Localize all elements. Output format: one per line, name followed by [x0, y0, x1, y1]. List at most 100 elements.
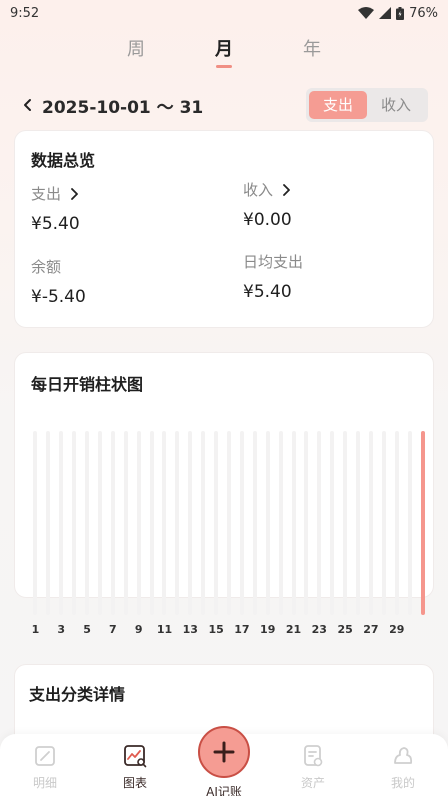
- x-tick-label: 5: [83, 623, 91, 636]
- x-tick-label: 13: [182, 623, 198, 636]
- nav-item-profile[interactable]: 我的: [368, 744, 438, 791]
- bar-track-day-2: [46, 431, 51, 615]
- status-bar: 9:52 76%: [0, 0, 448, 26]
- x-tick-label: 9: [134, 623, 143, 636]
- bar-track-day-30: [407, 431, 412, 615]
- bar-track-day-5: [85, 431, 90, 615]
- chart-search-icon: [124, 745, 147, 768]
- toggle-expense-button[interactable]: 支出: [309, 91, 367, 119]
- bar-track-day-1: [33, 431, 38, 615]
- x-tick-label: 3: [57, 623, 66, 636]
- ai-record-button[interactable]: [198, 726, 250, 778]
- bar-track-day-10: [149, 431, 154, 615]
- income-value: ¥0.00: [243, 210, 292, 230]
- bar-track-day-15: [214, 431, 219, 615]
- ai-record-label: AI记账: [206, 785, 242, 796]
- income-stat[interactable]: 收入 ¥0.00: [243, 179, 292, 230]
- expense-stat[interactable]: 支出 ¥5.40: [31, 183, 80, 234]
- daily-avg-stat: 日均支出 ¥5.40: [243, 251, 303, 302]
- bar-track-day-29: [394, 431, 399, 615]
- bar-track-day-11: [162, 431, 167, 615]
- date-selector[interactable]: 2025-10-01 〜 31: [20, 93, 203, 118]
- bar-track-day-8: [123, 431, 128, 615]
- x-tick-label: 19: [260, 623, 276, 636]
- bar-track-day-28: [381, 431, 386, 615]
- date-row: 2025-10-01 〜 31 支出 收入: [20, 88, 428, 122]
- profile-icon: [394, 747, 413, 764]
- nav-item-details[interactable]: 明细: [10, 744, 80, 791]
- bar-track-day-27: [368, 431, 373, 615]
- bar-track-day-13: [188, 431, 193, 615]
- x-tick-label: 17: [234, 623, 250, 636]
- x-tick-label: 1: [31, 623, 40, 636]
- bar-track-day-14: [201, 431, 206, 615]
- toggle-income-button[interactable]: 收入: [367, 91, 425, 119]
- daily-avg-value: ¥5.40: [243, 282, 292, 302]
- tab-month[interactable]: 月: [200, 36, 248, 68]
- bar-chart: [29, 431, 429, 615]
- tab-week[interactable]: 周: [112, 36, 160, 68]
- chevron-right-icon: [283, 183, 290, 196]
- expense-label: 支出: [31, 185, 62, 203]
- edit-note-icon: [35, 746, 55, 766]
- bar-track-day-21: [291, 431, 296, 615]
- nav-label-details: 明细: [32, 776, 57, 790]
- battery-icon: [396, 6, 405, 20]
- chevron-left-icon[interactable]: [20, 97, 36, 113]
- balance-value: ¥-5.40: [31, 287, 86, 307]
- income-label: 收入: [243, 181, 274, 199]
- nav-label-charts: 图表: [122, 776, 147, 790]
- x-tick-label: 11: [156, 623, 173, 636]
- balance-label: 余额: [31, 258, 62, 276]
- status-time: 9:52: [10, 5, 40, 21]
- overview-title: 数据总览: [31, 151, 96, 170]
- bar-track-day-18: [252, 431, 257, 615]
- nav-label-profile: 我的: [390, 776, 415, 790]
- bar-track-day-24: [330, 431, 335, 615]
- x-tick-label: 21: [285, 623, 302, 636]
- bar-track-day-25: [343, 431, 348, 615]
- x-tick-label: 25: [337, 623, 353, 636]
- bar-track-day-12: [175, 431, 180, 615]
- x-tick-label: 29: [389, 623, 405, 636]
- chart-title: 每日开销柱状图: [31, 375, 144, 394]
- x-tick-label: 15: [208, 623, 224, 636]
- expense-value: ¥5.40: [31, 214, 80, 234]
- wifi-icon: [358, 7, 375, 19]
- status-icons: 76%: [358, 6, 438, 21]
- plus-icon: [213, 741, 235, 763]
- bar-track-day-22: [304, 431, 309, 615]
- bar-day-31[interactable]: [420, 431, 425, 615]
- balance-stat: 余额 ¥-5.40: [31, 256, 86, 307]
- bar-track-day-26: [356, 431, 361, 615]
- x-tick-label: 7: [109, 623, 117, 636]
- category-title: 支出分类详情: [29, 685, 126, 704]
- bar-track-day-17: [239, 431, 244, 615]
- overview-card: 数据总览 支出 ¥5.40 收入 ¥0.00 余额 ¥-5.40 日均支出 ¥5…: [14, 130, 434, 328]
- type-toggle: 支出 收入: [306, 88, 428, 122]
- nav-item-charts[interactable]: 图表: [100, 744, 170, 791]
- nav-label-assets: 资产: [300, 776, 325, 790]
- nav-item-assets[interactable]: 资产: [278, 744, 348, 791]
- bar-track-day-7: [110, 431, 115, 615]
- asset-icon: [304, 745, 323, 767]
- x-axis-ticks: 1 3 5 7 9 11 13 15 17 19 21 23 25 27 29: [29, 623, 429, 639]
- x-tick-label: 23: [311, 623, 327, 636]
- tab-year[interactable]: 年: [288, 36, 336, 68]
- daily-chart-card: 每日开销柱状图 1 3 5 7 9 11 13 15 17 19 21 23 25 27 29: [14, 352, 434, 636]
- bar-track-day-9: [136, 431, 141, 615]
- date-range-label: 2025-10-01 〜 31: [42, 97, 204, 118]
- daily-avg-label: 日均支出: [243, 253, 304, 271]
- bar-track-day-6: [97, 431, 102, 615]
- bar-track-day-20: [278, 431, 283, 615]
- bar-track-day-4: [72, 431, 77, 615]
- bar-track-day-19: [265, 431, 270, 615]
- chevron-right-icon: [71, 187, 78, 200]
- x-tick-label: 27: [363, 623, 379, 636]
- battery-level: 76%: [409, 5, 438, 21]
- bar-track-day-16: [227, 431, 231, 615]
- bar-track-day-3: [59, 431, 64, 615]
- period-tabs: 周 月 年: [0, 36, 448, 68]
- bar-track-day-23: [317, 431, 322, 615]
- signal-icon: [379, 7, 392, 19]
